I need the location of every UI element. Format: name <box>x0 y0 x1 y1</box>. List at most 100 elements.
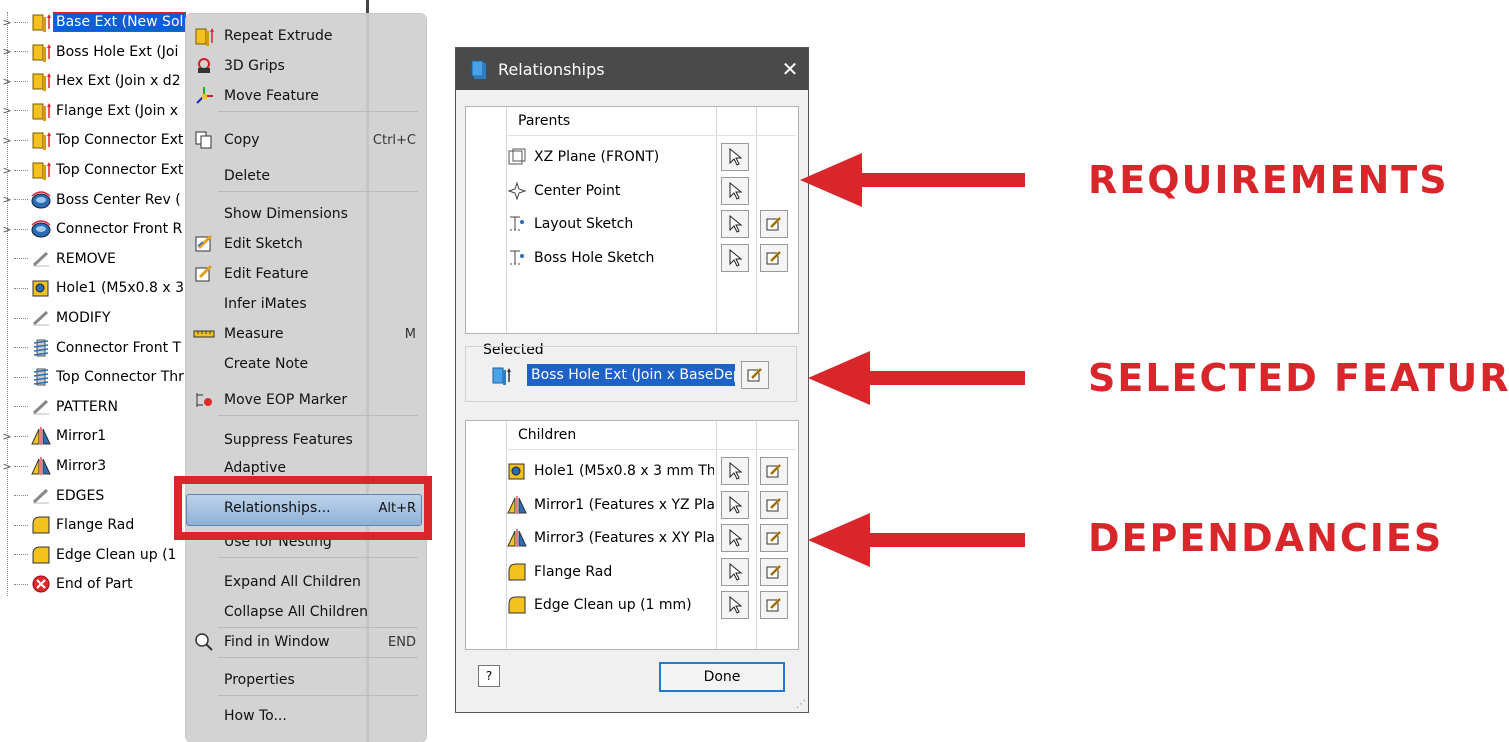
tree-item-label: End of Part <box>56 576 133 593</box>
menu-item[interactable]: Delete <box>186 162 426 190</box>
sketch-icon <box>506 213 528 235</box>
tree-item[interactable]: Top Connector Thr <box>0 365 186 389</box>
edit-button[interactable] <box>760 490 788 519</box>
tree-item[interactable]: End of Part <box>0 572 135 596</box>
menu-item[interactable]: Move Feature <box>186 82 426 110</box>
select-button[interactable] <box>721 210 749 238</box>
tree-item[interactable]: Hole1 (M5x0.8 x 3 <box>0 276 186 300</box>
menu-item[interactable]: Measure M <box>186 320 426 348</box>
tree-item-label: Hole1 (M5x0.8 x 3 <box>56 280 185 297</box>
tree-item[interactable]: EDGES <box>0 484 106 508</box>
edit-icon <box>766 463 782 478</box>
expand-chevron-icon[interactable]: > <box>0 16 14 29</box>
edit-button[interactable] <box>760 457 788 485</box>
edit-selected-button[interactable] <box>741 361 769 389</box>
tree-item[interactable]: > Mirror3 <box>0 454 108 478</box>
tree-item[interactable]: PATTERN <box>0 395 120 419</box>
expand-chevron-icon[interactable]: > <box>0 104 14 117</box>
expand-chevron-icon[interactable]: > <box>0 430 14 443</box>
tree-item[interactable]: > Boss Hole Ext (Joi <box>0 40 180 64</box>
select-button[interactable] <box>721 457 749 485</box>
done-button[interactable]: Done <box>659 662 785 692</box>
menu-item[interactable]: Edit Sketch <box>186 230 426 258</box>
select-button[interactable] <box>721 524 749 552</box>
select-button[interactable] <box>721 490 749 519</box>
edit-button[interactable] <box>760 243 788 272</box>
children-header: Children <box>518 427 577 443</box>
tree-item[interactable]: Connector Front T <box>0 336 183 360</box>
relationship-row: Center Point <box>506 175 714 207</box>
tree-item[interactable]: REMOVE <box>0 247 118 271</box>
edit-button[interactable] <box>760 210 788 238</box>
move-icon <box>192 85 216 107</box>
expand-chevron-icon[interactable]: > <box>0 134 14 147</box>
expand-chevron-icon[interactable]: > <box>0 460 14 473</box>
menu-item[interactable]: Show Dimensions <box>186 200 426 228</box>
expand-chevron-icon[interactable]: > <box>0 45 14 58</box>
pen-icon <box>30 308 52 328</box>
close-icon[interactable]: ✕ <box>772 57 808 81</box>
select-button[interactable] <box>721 243 749 272</box>
tree-item[interactable]: > Hex Ext (Join x d2 <box>0 69 183 93</box>
tree-item-label: Boss Center Rev ( <box>56 191 181 208</box>
menu-item[interactable]: Move EOP Marker <box>186 386 426 414</box>
tree-item[interactable]: Edge Clean up (1 <box>0 543 178 567</box>
menu-item-label: Edit Sketch <box>224 236 303 252</box>
pen-icon <box>30 249 52 269</box>
help-button[interactable]: ? <box>478 665 500 687</box>
select-button[interactable] <box>721 143 749 171</box>
menu-item[interactable]: Collapse All Children <box>186 598 426 626</box>
menu-item[interactable]: Find in Window END <box>186 628 426 656</box>
menu-item-label: How To... <box>224 708 287 724</box>
menu-item[interactable]: Suppress Features <box>186 426 426 454</box>
select-button[interactable] <box>721 557 749 586</box>
menu-item-label: 3D Grips <box>224 58 285 74</box>
menu-item[interactable]: Edit Feature <box>186 260 426 288</box>
menu-item-label: Collapse All Children <box>224 604 368 620</box>
edit-icon <box>766 564 782 578</box>
edit-button[interactable] <box>760 557 788 586</box>
highlight-frame <box>174 476 432 540</box>
menu-item[interactable]: Copy Ctrl+C <box>186 126 426 154</box>
expand-chevron-icon[interactable]: > <box>0 75 14 88</box>
tree-item[interactable]: > Flange Ext (Join x <box>0 99 180 123</box>
expand-chevron-icon[interactable]: > <box>0 193 14 206</box>
menu-shortcut: M <box>404 326 416 342</box>
edit-button[interactable] <box>760 524 788 552</box>
menu-item[interactable]: Properties <box>186 666 426 694</box>
menu-item-label: Find in Window <box>224 634 330 650</box>
fillet-icon <box>30 515 52 535</box>
tree-item[interactable]: Flange Rad <box>0 513 136 537</box>
edit-button[interactable] <box>760 591 788 619</box>
tree-item[interactable]: > Connector Front R <box>0 217 184 241</box>
edit-feature-icon <box>192 263 216 285</box>
plane-icon <box>506 146 528 168</box>
menu-item[interactable]: 3D Grips <box>186 52 426 80</box>
menu-item[interactable]: Repeat Extrude <box>186 22 426 50</box>
expand-chevron-icon[interactable]: > <box>0 164 14 177</box>
parents-panel: Parents XZ Plane (FRONT) Center Point Layo… <box>465 106 799 334</box>
menu-item[interactable]: Create Note <box>186 350 426 378</box>
tree-item[interactable]: MODIFY <box>0 306 113 330</box>
menu-item[interactable]: How To... <box>186 702 426 730</box>
selected-feature-label: SELECTED FEATURE <box>1088 356 1509 400</box>
menu-item-label: Suppress Features <box>224 432 353 448</box>
expand-chevron-icon[interactable]: > <box>0 223 14 236</box>
menu-item-label: Move Feature <box>224 88 319 104</box>
tree-item[interactable]: > Top Connector Ext <box>0 158 185 182</box>
resize-grip-icon[interactable]: ⋰ <box>796 699 806 710</box>
menu-item[interactable]: Expand All Children <box>186 568 426 596</box>
relationships-icon <box>468 58 490 80</box>
menu-item-label: Create Note <box>224 356 309 372</box>
tree-item[interactable]: > Mirror1 <box>0 424 108 448</box>
tree-item[interactable]: > Boss Center Rev ( <box>0 188 183 212</box>
tree-item-label: Flange Ext (Join x <box>56 102 179 119</box>
tree-item[interactable]: > Top Connector Ext <box>0 128 185 152</box>
tree-item[interactable]: > Base Ext (New Sol <box>0 10 187 34</box>
relationship-label: Boss Hole Sketch <box>534 249 655 266</box>
select-button[interactable] <box>721 591 749 619</box>
menu-item-label: Move EOP Marker <box>224 392 348 408</box>
menu-item[interactable]: Infer iMates <box>186 290 426 318</box>
select-button[interactable] <box>721 176 749 205</box>
relationship-label: XZ Plane (FRONT) <box>534 149 660 165</box>
